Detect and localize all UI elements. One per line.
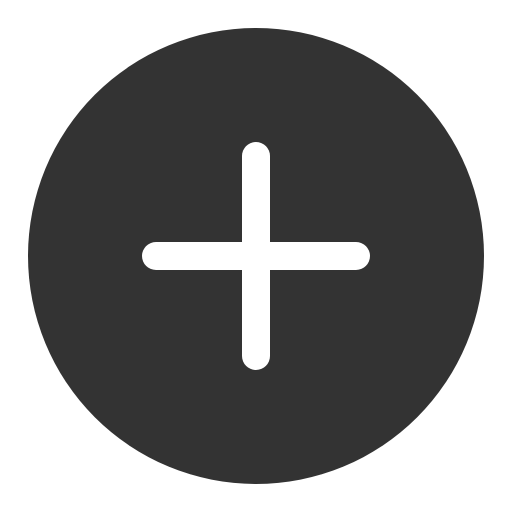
add-button[interactable] (28, 28, 484, 484)
plus-icon (28, 28, 484, 484)
icon-canvas (0, 0, 512, 512)
